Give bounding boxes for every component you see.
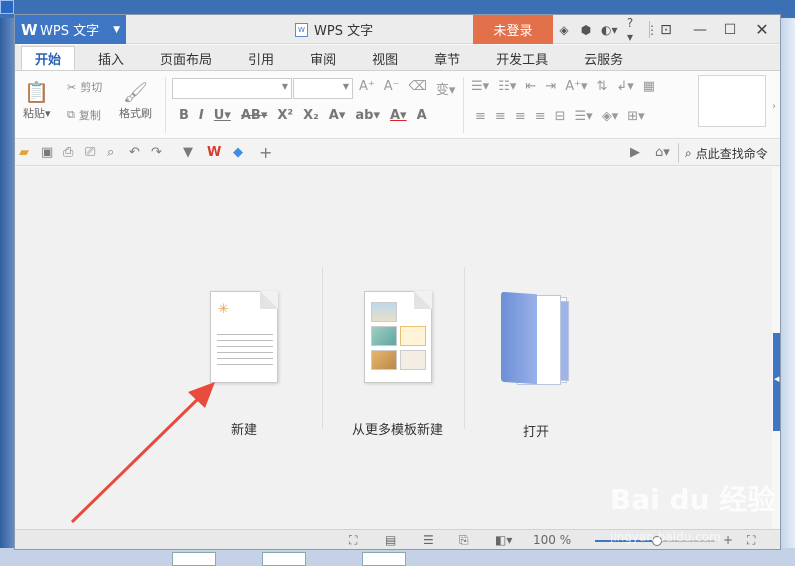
baidu-watermark: Bai du 经验 <box>610 483 776 516</box>
baidu-watermark-url: jingyan.baidu.com <box>610 530 721 544</box>
arrow-shaft <box>70 393 204 524</box>
